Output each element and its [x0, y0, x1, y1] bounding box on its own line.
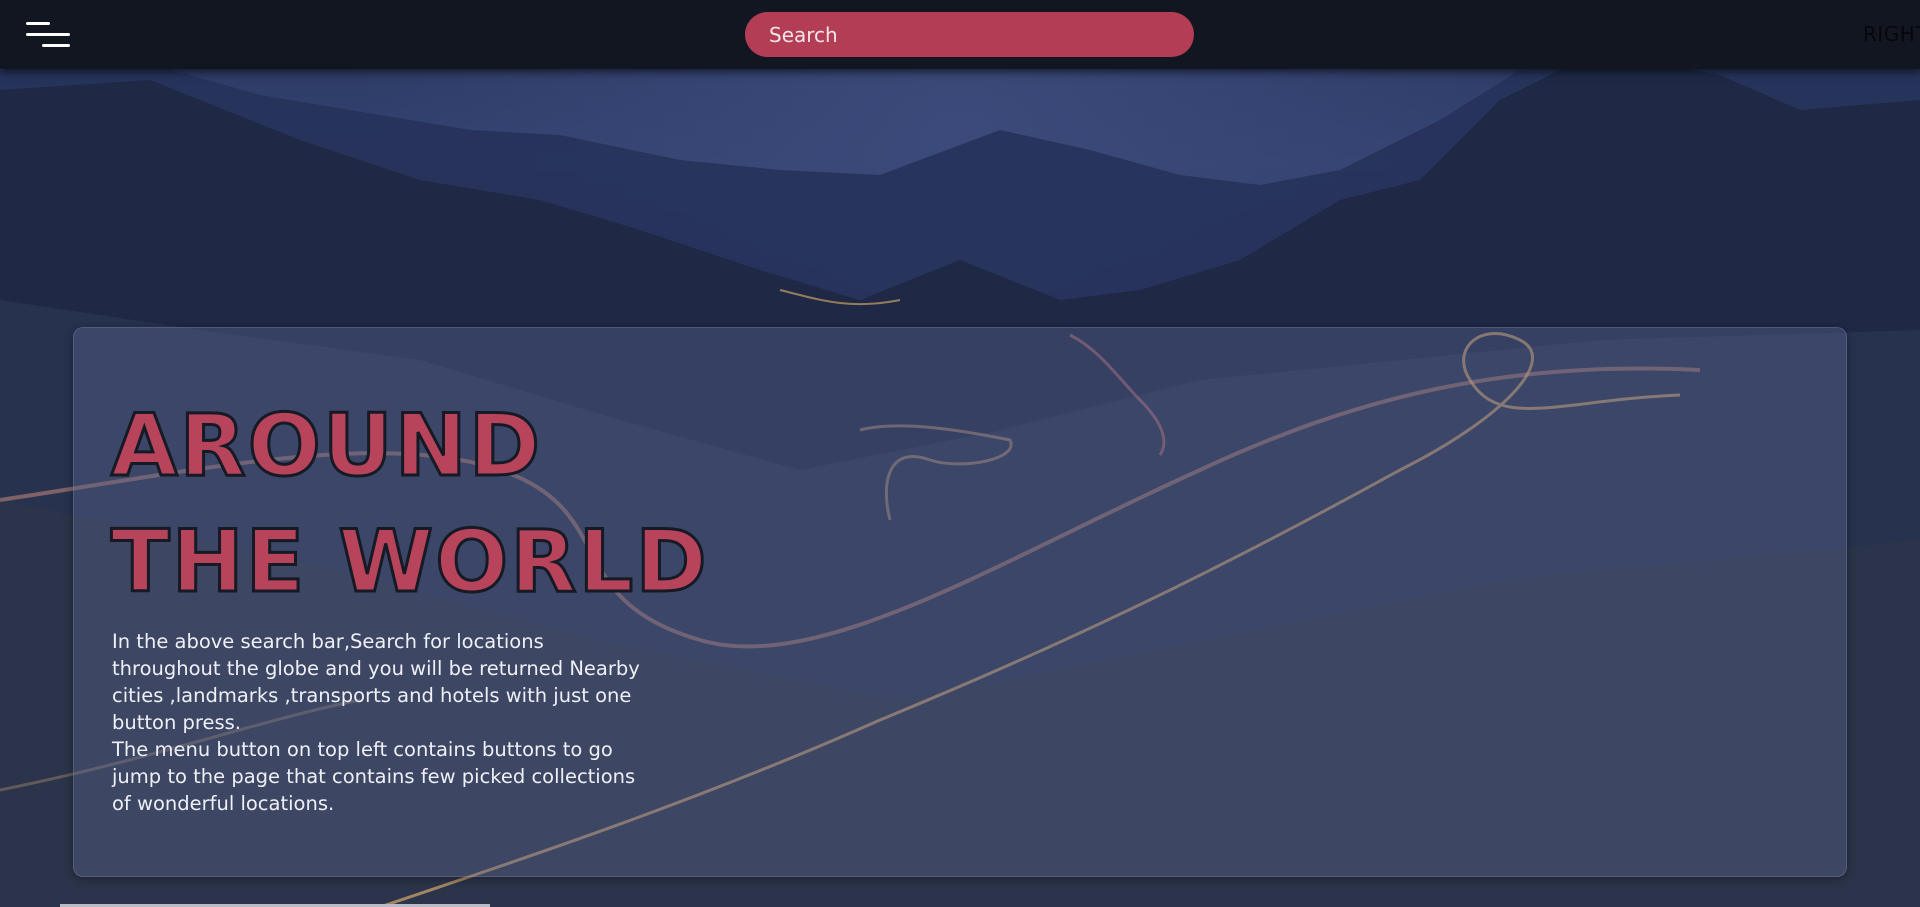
top-navigation-bar: RIGHT — [0, 0, 1920, 69]
hero-title-line-2: THE WORLD — [110, 511, 709, 614]
hamburger-menu-icon[interactable] — [24, 20, 72, 50]
hero-description-paragraph-2: The menu button on top left contains but… — [112, 738, 636, 815]
hero-panel: AROUND THE WORLD In the above search bar… — [73, 327, 1847, 877]
search-input[interactable] — [745, 12, 1194, 57]
hero-description-paragraph-1: In the above search bar,Search for locat… — [112, 630, 640, 734]
right-label: RIGHT — [1862, 22, 1920, 46]
hero-description: In the above search bar,Search for locat… — [112, 628, 652, 817]
hero-title-line-1: AROUND — [110, 395, 543, 498]
hero-title: AROUND THE WORLD — [110, 388, 709, 620]
